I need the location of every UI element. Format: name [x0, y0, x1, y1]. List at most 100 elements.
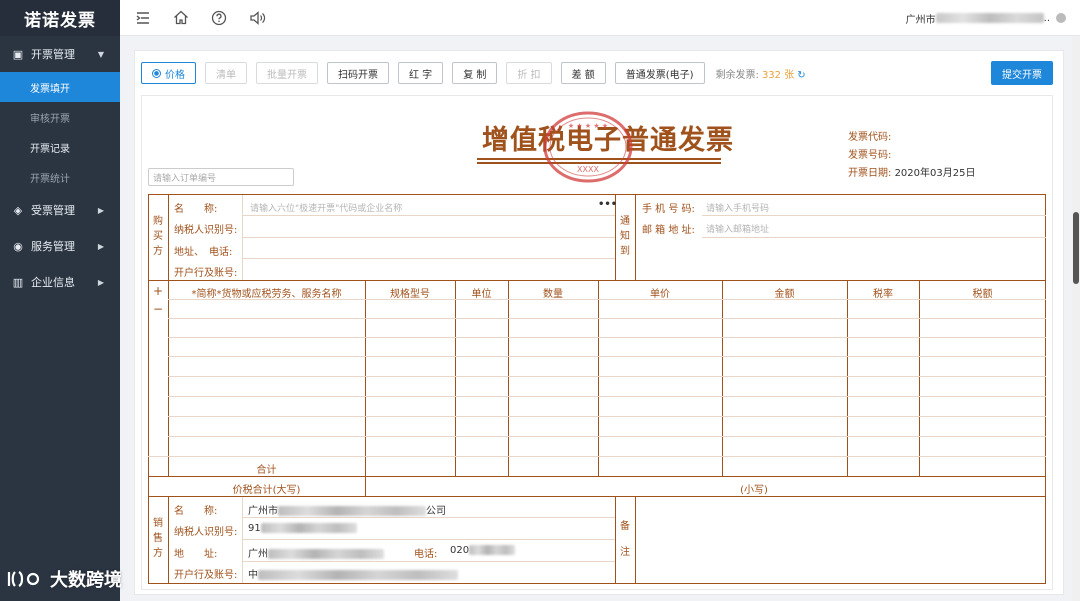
- add-row-icon[interactable]: +: [150, 284, 166, 298]
- seller-name-value[interactable]: 广州市 公司: [248, 502, 446, 517]
- col-header-tax-amount: 税额: [972, 289, 993, 300]
- sidebar-item-invoice-stats[interactable]: 开票统计: [0, 162, 120, 192]
- discount-button[interactable]: 折 扣: [506, 62, 552, 84]
- sidebar-group-receiving[interactable]: ◈ 受票管理 ▶: [0, 192, 120, 228]
- seller-address-label: 地 址:: [174, 549, 218, 560]
- topbar: 广州市 ..: [120, 0, 1080, 36]
- col-header-unit: 单位: [471, 289, 492, 300]
- row-line: [242, 561, 615, 562]
- col-header-tax-rate: 税率: [873, 289, 893, 300]
- seller-side-label: 销售方: [153, 518, 163, 559]
- user-company-prefix: 广州市: [905, 14, 936, 26]
- remark-input[interactable]: [636, 497, 1045, 583]
- scrollbar[interactable]: [1072, 36, 1080, 601]
- seller-name-label: 名 称:: [174, 506, 218, 517]
- divider: [242, 497, 243, 583]
- chevron-right-icon: ▶: [97, 277, 104, 287]
- col-header-amount: 金额: [774, 289, 795, 300]
- remaining-invoices: 剩余发票: 332 张 ↻: [716, 66, 806, 81]
- row-line: [702, 237, 1046, 238]
- sidebar-group-invoicing[interactable]: ▣ 开票管理 ▼: [0, 36, 120, 72]
- seller-phone-label: 电话:: [414, 549, 438, 560]
- remaining-label: 剩余发票:: [715, 69, 759, 81]
- watermark: 大数跨境: [6, 566, 122, 592]
- notify-email-label: 邮 箱 地 址:: [642, 225, 695, 236]
- invoice-date-row: 开票日期: 2020年03月25日: [848, 165, 975, 183]
- price-button-label: 价格: [165, 69, 185, 81]
- notify-email-input[interactable]: 请输入邮箱地址: [706, 222, 769, 235]
- row-line: [168, 416, 1046, 417]
- col-header-name: *简称*货物或应税劳务、服务名称: [191, 289, 342, 300]
- sidebar-group-label: 开票管理: [31, 48, 75, 61]
- invoice-number-label: 发票号码:: [848, 150, 892, 161]
- buyer-name-label: 名 称:: [174, 204, 218, 215]
- row-line: [168, 396, 1046, 397]
- watermark-text: 大数跨境: [50, 570, 122, 591]
- invoice-date-value: 2020年03月25日: [894, 168, 976, 179]
- sidebar-group-label: 受票管理: [31, 204, 75, 217]
- menu-fold-icon[interactable]: [132, 7, 154, 29]
- notify-phone-input[interactable]: 请输入手机号码: [706, 201, 769, 214]
- price-button[interactable]: ● 价格: [141, 62, 196, 84]
- row-line: [242, 215, 615, 216]
- divider: [168, 497, 169, 583]
- row-line: [148, 456, 1046, 457]
- seller-address-value[interactable]: 广州: [248, 545, 384, 560]
- invoice-type-select[interactable]: 普通发票(电子): [614, 62, 705, 84]
- divider: [168, 281, 169, 476]
- divider: [919, 281, 920, 476]
- remove-row-icon[interactable]: −: [150, 302, 166, 316]
- seller-taxid-value[interactable]: 91: [248, 523, 357, 534]
- buyer-taxid-label: 纳税人识别号:: [174, 225, 238, 236]
- scan-invoice-button[interactable]: 扫码开票: [327, 62, 389, 84]
- home-icon[interactable]: [170, 7, 192, 29]
- user-info[interactable]: 广州市 ..: [906, 0, 1066, 36]
- row-line: [242, 517, 615, 518]
- buyer-address-label: 地址、 电话:: [174, 247, 233, 258]
- batch-invoice-button[interactable]: 批量开票: [256, 62, 318, 84]
- difference-button[interactable]: 差 额: [560, 62, 606, 84]
- notify-phone-label: 手 机 号 码:: [642, 204, 695, 215]
- invoice-panel: ● 价格 清单 批量开票 扫码开票 红 字 复 制 折 扣 差 额 普通发票(电…: [134, 50, 1064, 595]
- price-mode-icon: ●: [152, 68, 161, 78]
- divider: [455, 281, 456, 476]
- help-icon[interactable]: [208, 7, 230, 29]
- remark-side-label: 备注: [620, 521, 630, 558]
- buyer-name-input[interactable]: 请输入六位"极速开票"代码或企业名称: [250, 201, 402, 214]
- sidebar-group-label: 服务管理: [31, 240, 75, 253]
- user-company-suffix: ..: [1043, 12, 1050, 24]
- speaker-icon[interactable]: [246, 7, 268, 29]
- divider: [365, 281, 366, 496]
- row-line: [148, 476, 1046, 477]
- sidebar-item-invoice-records[interactable]: 开票记录: [0, 132, 120, 162]
- sidebar-group-service[interactable]: ◉ 服务管理 ▶: [0, 228, 120, 264]
- seller-phone-value[interactable]: 020: [450, 545, 516, 556]
- sidebar-item-fill-invoice[interactable]: 发票填开: [0, 72, 120, 102]
- sidebar-item-review-invoice[interactable]: 审核开票: [0, 102, 120, 132]
- row-line: [168, 436, 1046, 437]
- scrollbar-thumb[interactable]: [1073, 212, 1079, 284]
- seller-bank-value[interactable]: 中: [248, 566, 458, 581]
- buyer-side-label: 购买方: [153, 216, 163, 257]
- divider: [615, 497, 616, 583]
- refresh-icon[interactable]: ↻: [797, 70, 805, 81]
- invoice-form: 增值税电子普通发票 ★ ★ ★ ★ ★ XXXX 发票代码: 发票号码: 开票日…: [141, 95, 1053, 590]
- divider: [722, 281, 723, 476]
- layers-icon: ◈: [13, 203, 23, 217]
- order-number-input[interactable]: 请输入订单编号: [148, 168, 294, 186]
- total-small-label: (小写): [740, 485, 768, 496]
- sidebar-group-company[interactable]: ▥ 企业信息 ▶: [0, 264, 120, 300]
- red-invoice-button[interactable]: 红 字: [398, 62, 444, 84]
- divider: [635, 195, 636, 280]
- more-options-icon[interactable]: •••: [598, 199, 617, 210]
- divider: [168, 195, 169, 280]
- user-company-redacted: [935, 13, 1044, 23]
- submit-invoice-button[interactable]: 提交开票: [991, 61, 1053, 85]
- invoice-date-label: 开票日期:: [848, 168, 892, 179]
- sidebar: 诺诺发票 ▣ 开票管理 ▼ 发票填开 审核开票 开票记录 开票统计 ◈ 受票管理…: [0, 0, 120, 601]
- divider: [598, 281, 599, 476]
- user-menu-icon[interactable]: [1056, 13, 1066, 23]
- copy-button[interactable]: 复 制: [452, 62, 498, 84]
- list-button[interactable]: 清单: [205, 62, 247, 84]
- notify-side-label: 通知到: [620, 216, 630, 257]
